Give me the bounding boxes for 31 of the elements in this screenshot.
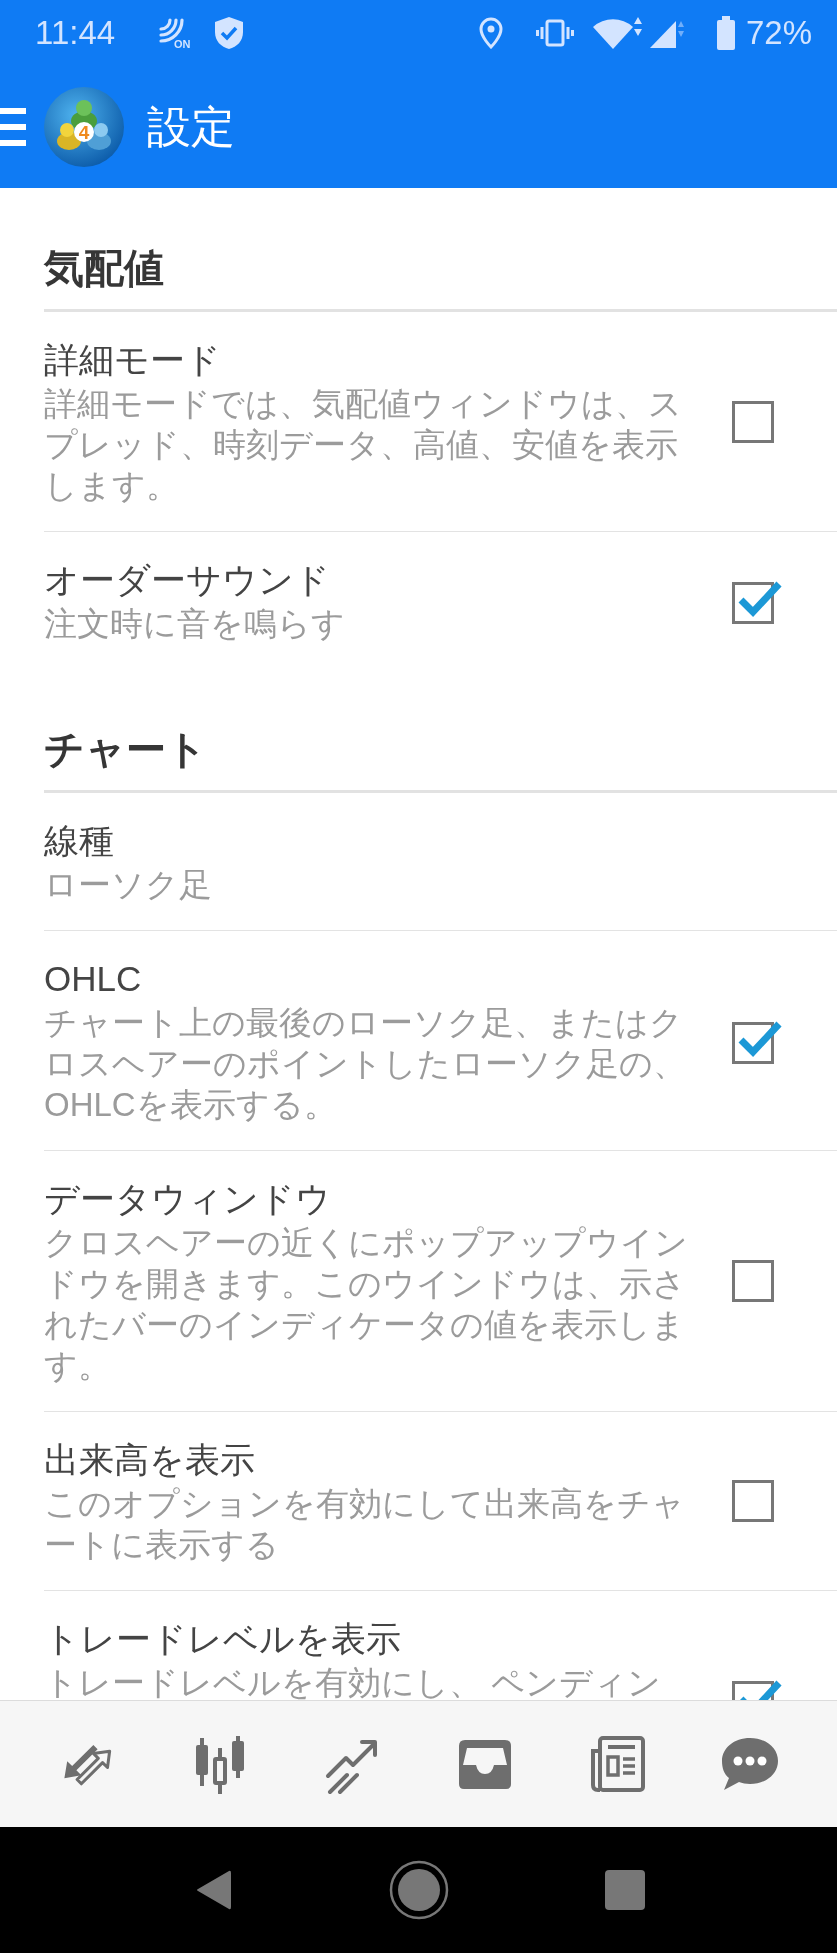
wifi-icon	[591, 15, 642, 50]
home-icon[interactable]	[388, 1860, 449, 1920]
setting-title: 線種	[44, 820, 114, 862]
setting-description: このオプションを有効にして出来高をチャートに表示する	[44, 1484, 686, 1565]
setting-description: クロスヘアーの近くにポップアップウインドウを開きます。このウインドウは、示されたバーのインディケータの値を表示します。	[44, 1223, 689, 1386]
location-pin-icon	[478, 16, 503, 49]
setting-title: 詳細モード	[44, 339, 221, 381]
setting-value: ローソク足	[44, 865, 212, 905]
shield-check-icon	[213, 15, 246, 50]
setting-title: オーダーサウンド	[44, 559, 330, 601]
recents-icon[interactable]	[604, 1870, 645, 1910]
section-header: 気配値	[44, 245, 164, 292]
battery-icon	[714, 15, 737, 50]
app-logo-icon: 4	[44, 86, 124, 167]
vibrate-icon	[535, 18, 574, 47]
battery-percent: 72%	[745, 12, 812, 53]
menu-icon[interactable]	[0, 107, 26, 146]
setting-title: 出来高を表示	[44, 1439, 255, 1481]
setting-description: トレードレベルを有効にし、 ペンディン	[44, 1663, 662, 1700]
setting-description: チャート上の最後のローソク足、またはクロスヘアーのポイントしたローソク足の、OHLCを表示する。	[44, 1003, 687, 1125]
setting-description: 詳細モードでは、気配値ウィンドウは、スプレッド、時刻データ、高値、安値を表示します。	[44, 384, 683, 506]
setting-title: トレードレベルを表示	[44, 1618, 401, 1660]
checkbox[interactable]	[732, 1260, 774, 1302]
status-time: 11:44	[35, 12, 116, 53]
section-header: チャート	[44, 726, 207, 773]
page-title: 設定	[147, 100, 235, 153]
setting-description: 注文時に音を鳴らす	[44, 604, 345, 644]
checkbox[interactable]	[732, 400, 774, 443]
checkbox[interactable]	[732, 1480, 774, 1522]
setting-title: データウィンドウ	[44, 1178, 331, 1220]
setting-title: OHLC	[44, 958, 142, 1000]
